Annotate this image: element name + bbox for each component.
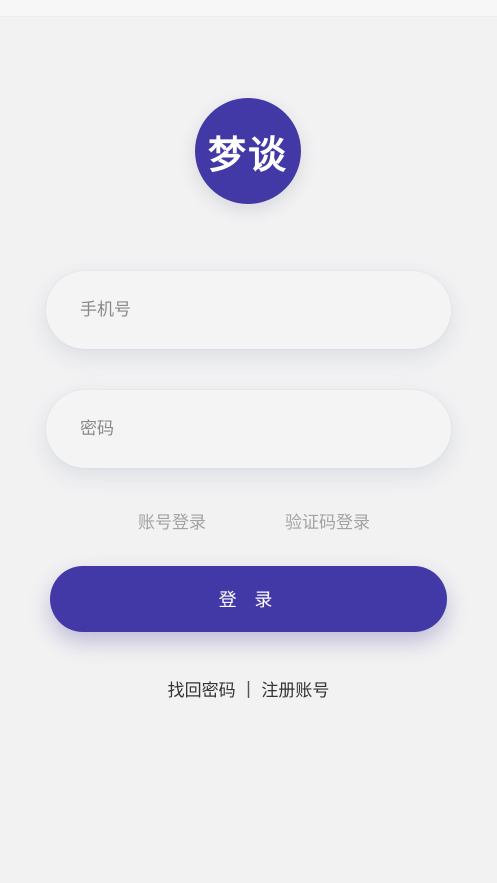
phone-field-container [46, 271, 451, 349]
logo-text: 梦谈 [207, 132, 288, 177]
app-logo: 梦谈 [195, 98, 301, 204]
link-separator: | [245, 678, 252, 699]
account-login-tab[interactable]: 账号登录 [138, 508, 206, 533]
status-bar [0, 0, 497, 17]
bottom-links: 找回密码 | 注册账号 [0, 676, 497, 702]
password-field-container [46, 390, 451, 468]
code-login-tab[interactable]: 验证码登录 [285, 508, 370, 533]
register-link[interactable]: 注册账号 [261, 676, 329, 701]
phone-input[interactable] [46, 271, 451, 349]
login-button[interactable]: 登 录 [50, 566, 447, 632]
password-input[interactable] [46, 390, 451, 468]
forgot-password-link[interactable]: 找回密码 [168, 676, 236, 701]
